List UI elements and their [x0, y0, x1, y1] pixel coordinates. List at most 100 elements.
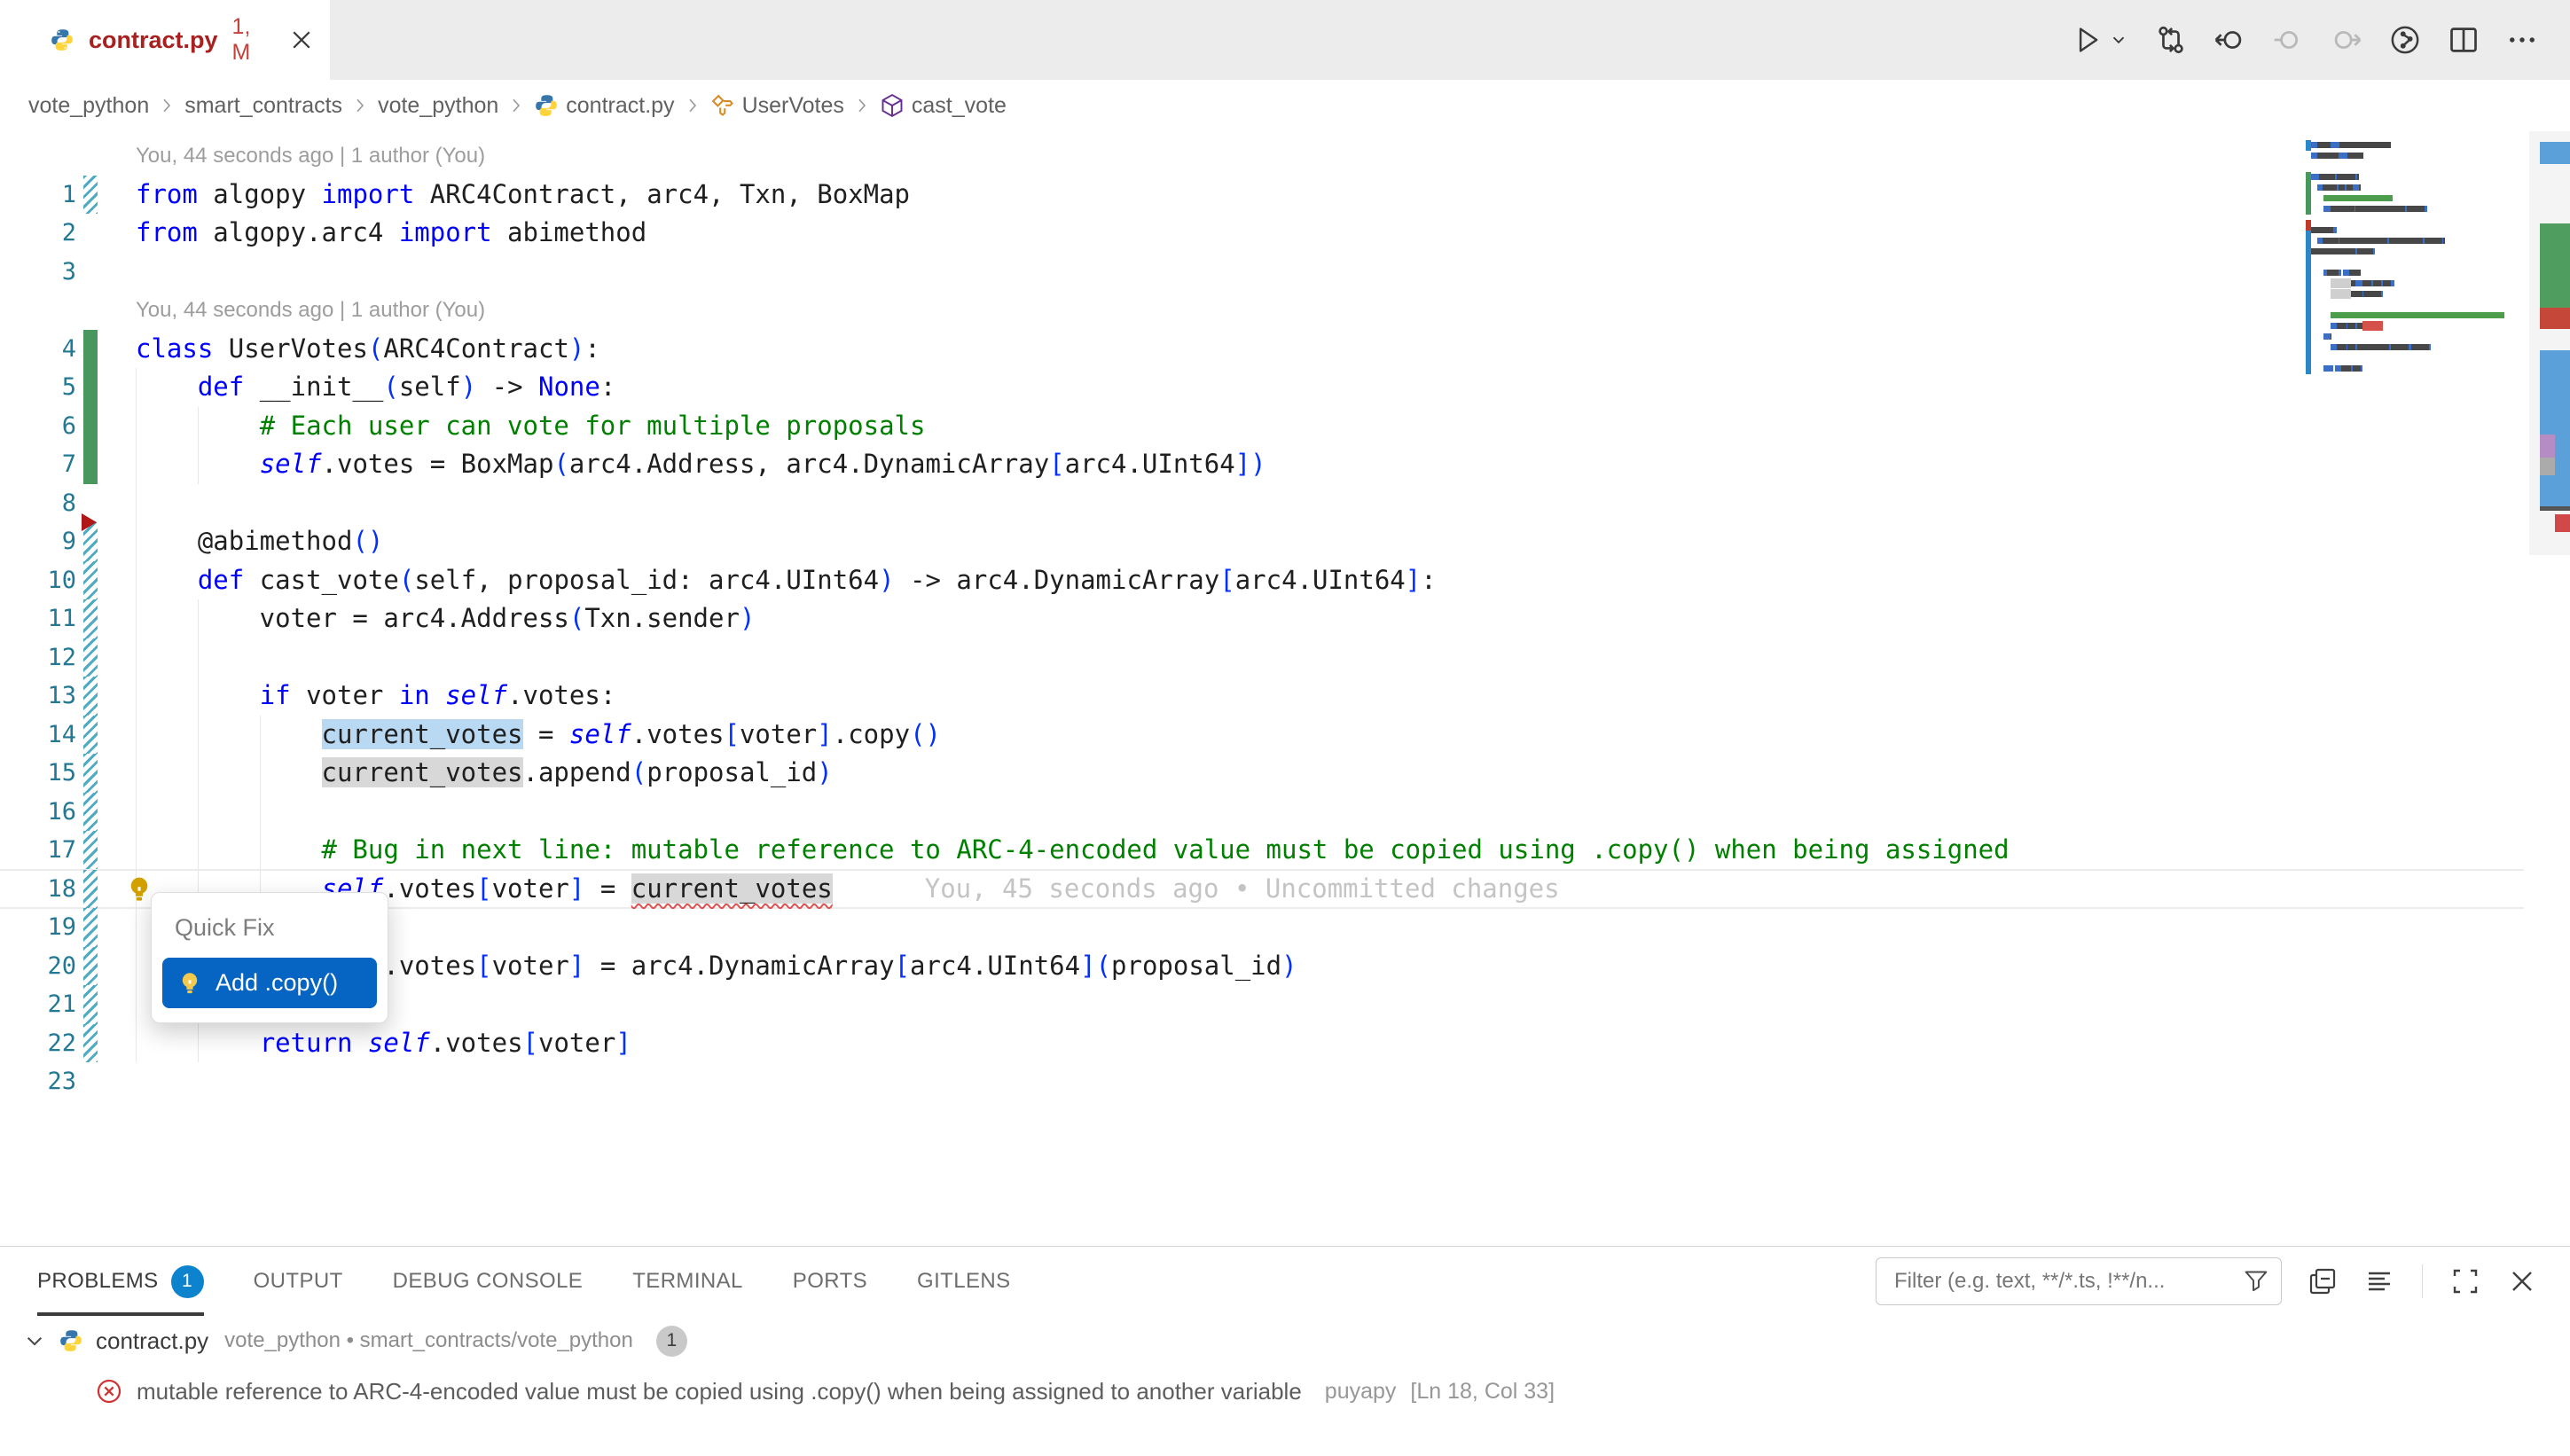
code-text: # Each user can vote for multiple propos… — [136, 407, 925, 446]
token: -> arc4.DynamicArray — [895, 565, 1220, 595]
breadcrumb-separator — [160, 95, 174, 116]
minimap-token — [2391, 344, 2409, 350]
token: # Each user can vote for multiple propos… — [260, 411, 926, 441]
panel-tab-debug-console[interactable]: DEBUG CONSOLE — [393, 1247, 584, 1316]
panel-tab-terminal[interactable]: TERMINAL — [632, 1247, 743, 1316]
gitlens-graph-icon[interactable] — [2389, 24, 2421, 56]
minimap[interactable] — [2311, 140, 2488, 385]
code-line-9[interactable]: 9 @abimethod() — [0, 522, 2570, 561]
minimap-token — [2311, 227, 2333, 233]
problems-file-row[interactable]: contract.py vote_python • smart_contract… — [0, 1316, 2570, 1366]
maximize-panel-icon[interactable] — [2451, 1267, 2480, 1296]
run-button[interactable] — [2072, 24, 2128, 56]
open-changes-icon[interactable] — [2155, 24, 2187, 56]
code-line-2[interactable]: 2from algopy.arc4 import abimethod — [0, 214, 2570, 253]
token: cast_vote — [244, 565, 399, 595]
previous-change-icon[interactable] — [2213, 24, 2245, 56]
minimap-token — [2373, 280, 2381, 286]
token — [136, 834, 322, 865]
token: voter = arc4.Address — [136, 603, 569, 633]
breadcrumb-item-uservotes[interactable]: UserVotes — [710, 93, 844, 119]
breadcrumb-item-cast-vote[interactable]: cast_vote — [880, 93, 1007, 119]
view-as-table-icon[interactable] — [2365, 1267, 2394, 1296]
code-line-4[interactable]: 4class UserVotes(ARC4Contract): — [0, 330, 2570, 369]
code-line-22[interactable]: 22 return self.votes[voter] — [0, 1024, 2570, 1063]
code-line-3[interactable]: 3 — [0, 253, 2570, 292]
minimap-token — [2349, 270, 2361, 276]
minimap-line — [2311, 151, 2488, 161]
minimap-token — [2341, 365, 2351, 372]
problems-filter-box[interactable] — [1876, 1257, 2282, 1305]
code-line-12[interactable]: 12 — [0, 638, 2570, 677]
more-actions-icon[interactable] — [2506, 24, 2538, 56]
line-number: 16 — [0, 793, 76, 832]
breadcrumb-item-smart-contracts[interactable]: smart_contracts — [184, 93, 342, 119]
token: ] — [817, 719, 832, 749]
token: voter — [492, 951, 569, 981]
breadcrumb-item-vote-python-2[interactable]: vote_python — [378, 93, 498, 119]
code-line-11[interactable]: 11 voter = arc4.Address(Txn.sender) — [0, 599, 2570, 638]
minimap-token — [2353, 365, 2361, 372]
code-line-7[interactable]: 7 self.votes = BoxMap(arc4.Address, arc4… — [0, 445, 2570, 484]
code-line-13[interactable]: 13 if voter in self.votes: — [0, 677, 2570, 716]
code-line-15[interactable]: 15 current_votes.append(proposal_id) — [0, 754, 2570, 793]
minimap-token — [2362, 321, 2383, 331]
breadcrumb-item-vote-python[interactable]: vote_python — [28, 93, 149, 119]
minimap-token — [2323, 365, 2333, 372]
minimap-token — [2391, 280, 2394, 286]
code-text: from algopy.arc4 import abimethod — [136, 214, 646, 253]
token: arc4.UInt64 — [910, 951, 1080, 981]
minimap-token — [2311, 248, 2355, 254]
token: current_votes — [322, 719, 523, 749]
code-text: return self.votes[voter] — [136, 1024, 631, 1063]
code-line-23[interactable]: 23 — [0, 1062, 2570, 1101]
minimap-line — [2311, 183, 2488, 193]
code-line-6[interactable]: 6 # Each user can vote for multiple prop… — [0, 407, 2570, 446]
panel-tab-ports[interactable]: PORTS — [793, 1247, 867, 1316]
panel-tab-output[interactable]: OUTPUT — [254, 1247, 343, 1316]
code-line-1[interactable]: 1from algopy import ARC4Contract, arc4, … — [0, 176, 2570, 215]
minimap-token — [2381, 291, 2383, 297]
token: voter — [740, 719, 817, 749]
code-line-14[interactable]: 14 current_votes = self.votes[voter].cop… — [0, 716, 2570, 755]
gutter-modified-indicator — [83, 561, 98, 600]
minimap-token — [2323, 206, 2330, 212]
close-panel-icon[interactable] — [2508, 1267, 2536, 1296]
breadcrumb-item-contract-py[interactable]: contract.py — [534, 93, 674, 119]
token: [ — [476, 951, 491, 981]
minimap-token — [2331, 344, 2337, 350]
split-editor-icon[interactable] — [2448, 24, 2480, 56]
token: return — [260, 1028, 353, 1058]
code-editor[interactable]: You, 44 seconds ago | 1 author (You)1fro… — [0, 131, 2570, 1246]
tab-contract-py[interactable]: contract.py 1, M — [0, 0, 330, 80]
code-line-5[interactable]: 5 def __init__(self) -> None: — [0, 368, 2570, 407]
code-line-16[interactable]: 16 — [0, 793, 2570, 832]
token: def — [198, 565, 244, 595]
minimap-gutter-mark — [2306, 332, 2311, 342]
minimap-token — [2363, 291, 2381, 297]
problems-filter-input[interactable] — [1892, 1268, 2235, 1295]
panel-tab-gitlens[interactable]: GITLENS — [917, 1247, 1011, 1316]
line-number: 4 — [0, 330, 76, 369]
inline-blame-annotation: You, 45 seconds ago • Uncommitted change… — [925, 873, 1560, 904]
minimap-line — [2311, 278, 2488, 289]
problem-message: mutable reference to ARC-4-encoded value… — [137, 1378, 1302, 1405]
vscode-window: { "tab_bar": { "tab": { "title": "contra… — [0, 0, 2570, 1456]
minimap-line — [2311, 268, 2488, 278]
problem-row[interactable]: mutable reference to ARC-4-encoded value… — [0, 1366, 2570, 1417]
quick-fix-lightbulb-icon[interactable] — [124, 874, 154, 904]
token: voter — [538, 1028, 615, 1058]
minimap-line — [2311, 342, 2488, 353]
token: ) — [461, 372, 476, 402]
panel-tab-problems[interactable]: PROBLEMS 1 — [37, 1247, 204, 1316]
code-line-10[interactable]: 10 def cast_vote(self, proposal_id: arc4… — [0, 561, 2570, 600]
code-line-17[interactable]: 17 # Bug in next line: mutable reference… — [0, 831, 2570, 870]
code-line-8[interactable]: 8 — [0, 484, 2570, 523]
tab-title: contract.py — [89, 27, 218, 54]
chevron-down-icon[interactable] — [23, 1329, 46, 1352]
indent-guide — [260, 793, 261, 832]
minimap-token — [2327, 270, 2339, 276]
quick-fix-action-add-copy[interactable]: Add .copy() — [162, 958, 377, 1008]
tab-close-icon[interactable] — [289, 27, 314, 52]
collapse-all-icon[interactable] — [2308, 1267, 2337, 1296]
